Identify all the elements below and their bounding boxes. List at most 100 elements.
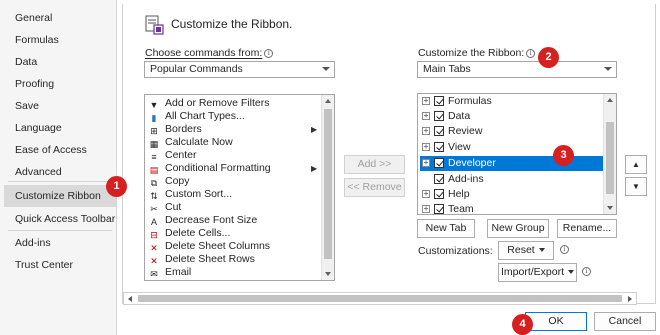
tree-item-add-ins[interactable]: Add-ins bbox=[422, 172, 602, 187]
options-nav: General Formulas Data Proofing Save Lang… bbox=[0, 0, 117, 335]
scroll-up-icon[interactable] bbox=[607, 98, 613, 102]
scroll-thumb[interactable] bbox=[138, 295, 622, 302]
move-up-button[interactable]: ▲ bbox=[625, 155, 647, 174]
nav-item-customize-ribbon[interactable]: Customize Ribbon bbox=[4, 185, 116, 207]
commands-list[interactable]: ▼ Add or Remove Filters ▮ All Chart Types.… bbox=[144, 94, 335, 281]
scroll-down-icon[interactable] bbox=[607, 206, 613, 210]
callout-badge-1: 1 bbox=[106, 176, 127, 197]
choose-commands-text: Choose commands from: bbox=[145, 47, 263, 59]
checkbox-checked-icon[interactable] bbox=[434, 142, 444, 153]
scroll-right-icon[interactable] bbox=[628, 296, 632, 302]
tree-item-formulas[interactable]: + Formulas bbox=[422, 94, 602, 109]
new-group-button[interactable]: New Group bbox=[487, 219, 549, 238]
scroll-up-icon[interactable] bbox=[325, 99, 331, 103]
list-item[interactable]: ≡ Center bbox=[148, 149, 196, 162]
list-item-label: Copy bbox=[165, 175, 190, 187]
expand-icon[interactable]: + bbox=[422, 190, 430, 199]
nav-item-advanced[interactable]: Advanced bbox=[8, 161, 116, 183]
list-item[interactable]: ⊞ Borders bbox=[148, 123, 202, 136]
expand-icon[interactable]: + bbox=[422, 143, 430, 152]
reset-button[interactable]: Reset bbox=[498, 241, 554, 260]
list-item[interactable]: ⊟ Delete Cells... bbox=[148, 227, 230, 240]
cancel-button[interactable]: Cancel bbox=[594, 312, 656, 331]
commands-scrollbar[interactable] bbox=[321, 95, 334, 280]
list-item[interactable]: A Decrease Font Size bbox=[148, 214, 257, 227]
list-item[interactable]: ▦ Calculate Now bbox=[148, 136, 233, 149]
scroll-thumb[interactable] bbox=[324, 109, 332, 259]
checkbox-checked-icon[interactable] bbox=[434, 158, 444, 169]
list-item[interactable]: ▤ Conditional Formatting bbox=[148, 162, 271, 175]
checkbox-checked-icon[interactable] bbox=[434, 204, 444, 214]
callout-badge-2: 2 bbox=[538, 47, 559, 68]
rename-button[interactable]: Rename... bbox=[557, 219, 617, 238]
triangle-up-icon: ▲ bbox=[632, 160, 640, 169]
checkbox-checked-icon[interactable] bbox=[434, 96, 444, 107]
list-item[interactable]: ✉ Email bbox=[148, 266, 191, 279]
list-item[interactable]: ▼ Add or Remove Filters bbox=[148, 97, 270, 110]
nav-item-proofing[interactable]: Proofing bbox=[8, 73, 116, 95]
list-item-label: Add or Remove Filters bbox=[165, 97, 270, 109]
info-icon[interactable]: i bbox=[526, 48, 536, 58]
tree-item-data[interactable]: + Data bbox=[422, 109, 602, 124]
remove-button[interactable]: << Remove bbox=[344, 178, 405, 197]
tree-item-team[interactable]: + Team bbox=[422, 202, 602, 215]
add-button[interactable]: Add >> bbox=[344, 155, 405, 174]
nav-item-general[interactable]: General bbox=[8, 7, 116, 29]
move-down-button[interactable]: ▼ bbox=[625, 177, 647, 196]
nav-item-formulas[interactable]: Formulas bbox=[8, 29, 116, 51]
checkbox-checked-icon[interactable] bbox=[434, 111, 444, 122]
expand-icon[interactable]: + bbox=[422, 127, 430, 136]
nav-item-save[interactable]: Save bbox=[8, 95, 116, 117]
scroll-down-icon[interactable] bbox=[325, 272, 331, 276]
info-icon[interactable]: i bbox=[560, 245, 569, 254]
tree-item-label: Data bbox=[448, 110, 471, 122]
nav-item-ease-of-access[interactable]: Ease of Access bbox=[8, 139, 116, 161]
checkbox-checked-icon[interactable] bbox=[434, 126, 444, 137]
list-item[interactable]: ✂ Cut bbox=[148, 201, 181, 214]
ribbon-tabs-tree[interactable]: + Formulas + Data + Review + View + Developer… bbox=[417, 93, 617, 215]
horizontal-scrollbar[interactable] bbox=[123, 292, 637, 305]
expand-icon[interactable]: + bbox=[422, 205, 430, 214]
nav-item-quick-access-toolbar[interactable]: Quick Access Toolbar bbox=[8, 208, 116, 230]
list-item-label: Delete Sheet Columns bbox=[165, 240, 271, 252]
tree-item-label: Review bbox=[448, 125, 483, 137]
choose-commands-dropdown[interactable]: Popular Commands bbox=[144, 61, 335, 78]
tree-item-view[interactable]: + View bbox=[422, 140, 602, 155]
tree-item-review[interactable]: + Review bbox=[422, 124, 602, 139]
nav-item-language[interactable]: Language bbox=[8, 117, 116, 139]
customize-ribbon-value: Main Tabs bbox=[423, 63, 471, 75]
scroll-thumb[interactable] bbox=[606, 122, 614, 194]
triangle-down-icon: ▼ bbox=[632, 182, 640, 191]
info-icon[interactable]: i bbox=[582, 267, 591, 276]
new-tab-button[interactable]: New Tab bbox=[417, 219, 475, 238]
nav-item-data[interactable]: Data bbox=[8, 51, 116, 73]
list-item[interactable]: ⇅ Custom Sort... bbox=[148, 188, 232, 201]
list-item[interactable]: ✕ Delete Sheet Rows bbox=[148, 253, 255, 266]
import-export-button[interactable]: Import/Export bbox=[498, 263, 577, 282]
page-title: Customize the Ribbon. bbox=[171, 17, 293, 31]
customize-ribbon-dropdown[interactable]: Main Tabs bbox=[417, 61, 617, 78]
scroll-left-icon[interactable] bbox=[128, 296, 132, 302]
expand-icon[interactable]: + bbox=[422, 159, 430, 168]
nav-item-add-ins[interactable]: Add-ins bbox=[8, 232, 116, 254]
tree-item-help[interactable]: + Help bbox=[422, 187, 602, 202]
info-icon[interactable]: i bbox=[264, 48, 274, 58]
checkbox-checked-icon[interactable] bbox=[434, 189, 444, 200]
checkbox-checked-icon[interactable] bbox=[434, 174, 444, 185]
list-item[interactable]: ✕ Delete Sheet Columns bbox=[148, 240, 270, 253]
list-item-label: All Chart Types... bbox=[165, 110, 245, 122]
list-item-label: Decrease Font Size bbox=[165, 214, 258, 226]
customize-ribbon-text: Customize the Ribbon: bbox=[418, 47, 525, 59]
list-item[interactable]: ▮ All Chart Types... bbox=[148, 110, 245, 123]
expand-icon[interactable]: + bbox=[422, 112, 430, 121]
nav-item-trust-center[interactable]: Trust Center bbox=[8, 254, 116, 276]
expand-icon[interactable]: + bbox=[422, 97, 430, 106]
submenu-arrow-icon: ▶ bbox=[311, 125, 318, 134]
ok-button[interactable]: OK bbox=[525, 312, 587, 331]
list-item-label: Delete Cells... bbox=[165, 227, 231, 239]
list-item[interactable]: ⧉ Copy bbox=[148, 175, 190, 188]
choose-commands-value: Popular Commands bbox=[150, 63, 243, 75]
tree-scrollbar[interactable] bbox=[603, 94, 616, 214]
tree-item-developer[interactable]: + Developer bbox=[420, 156, 604, 171]
tree-item-label: Team bbox=[448, 203, 474, 215]
